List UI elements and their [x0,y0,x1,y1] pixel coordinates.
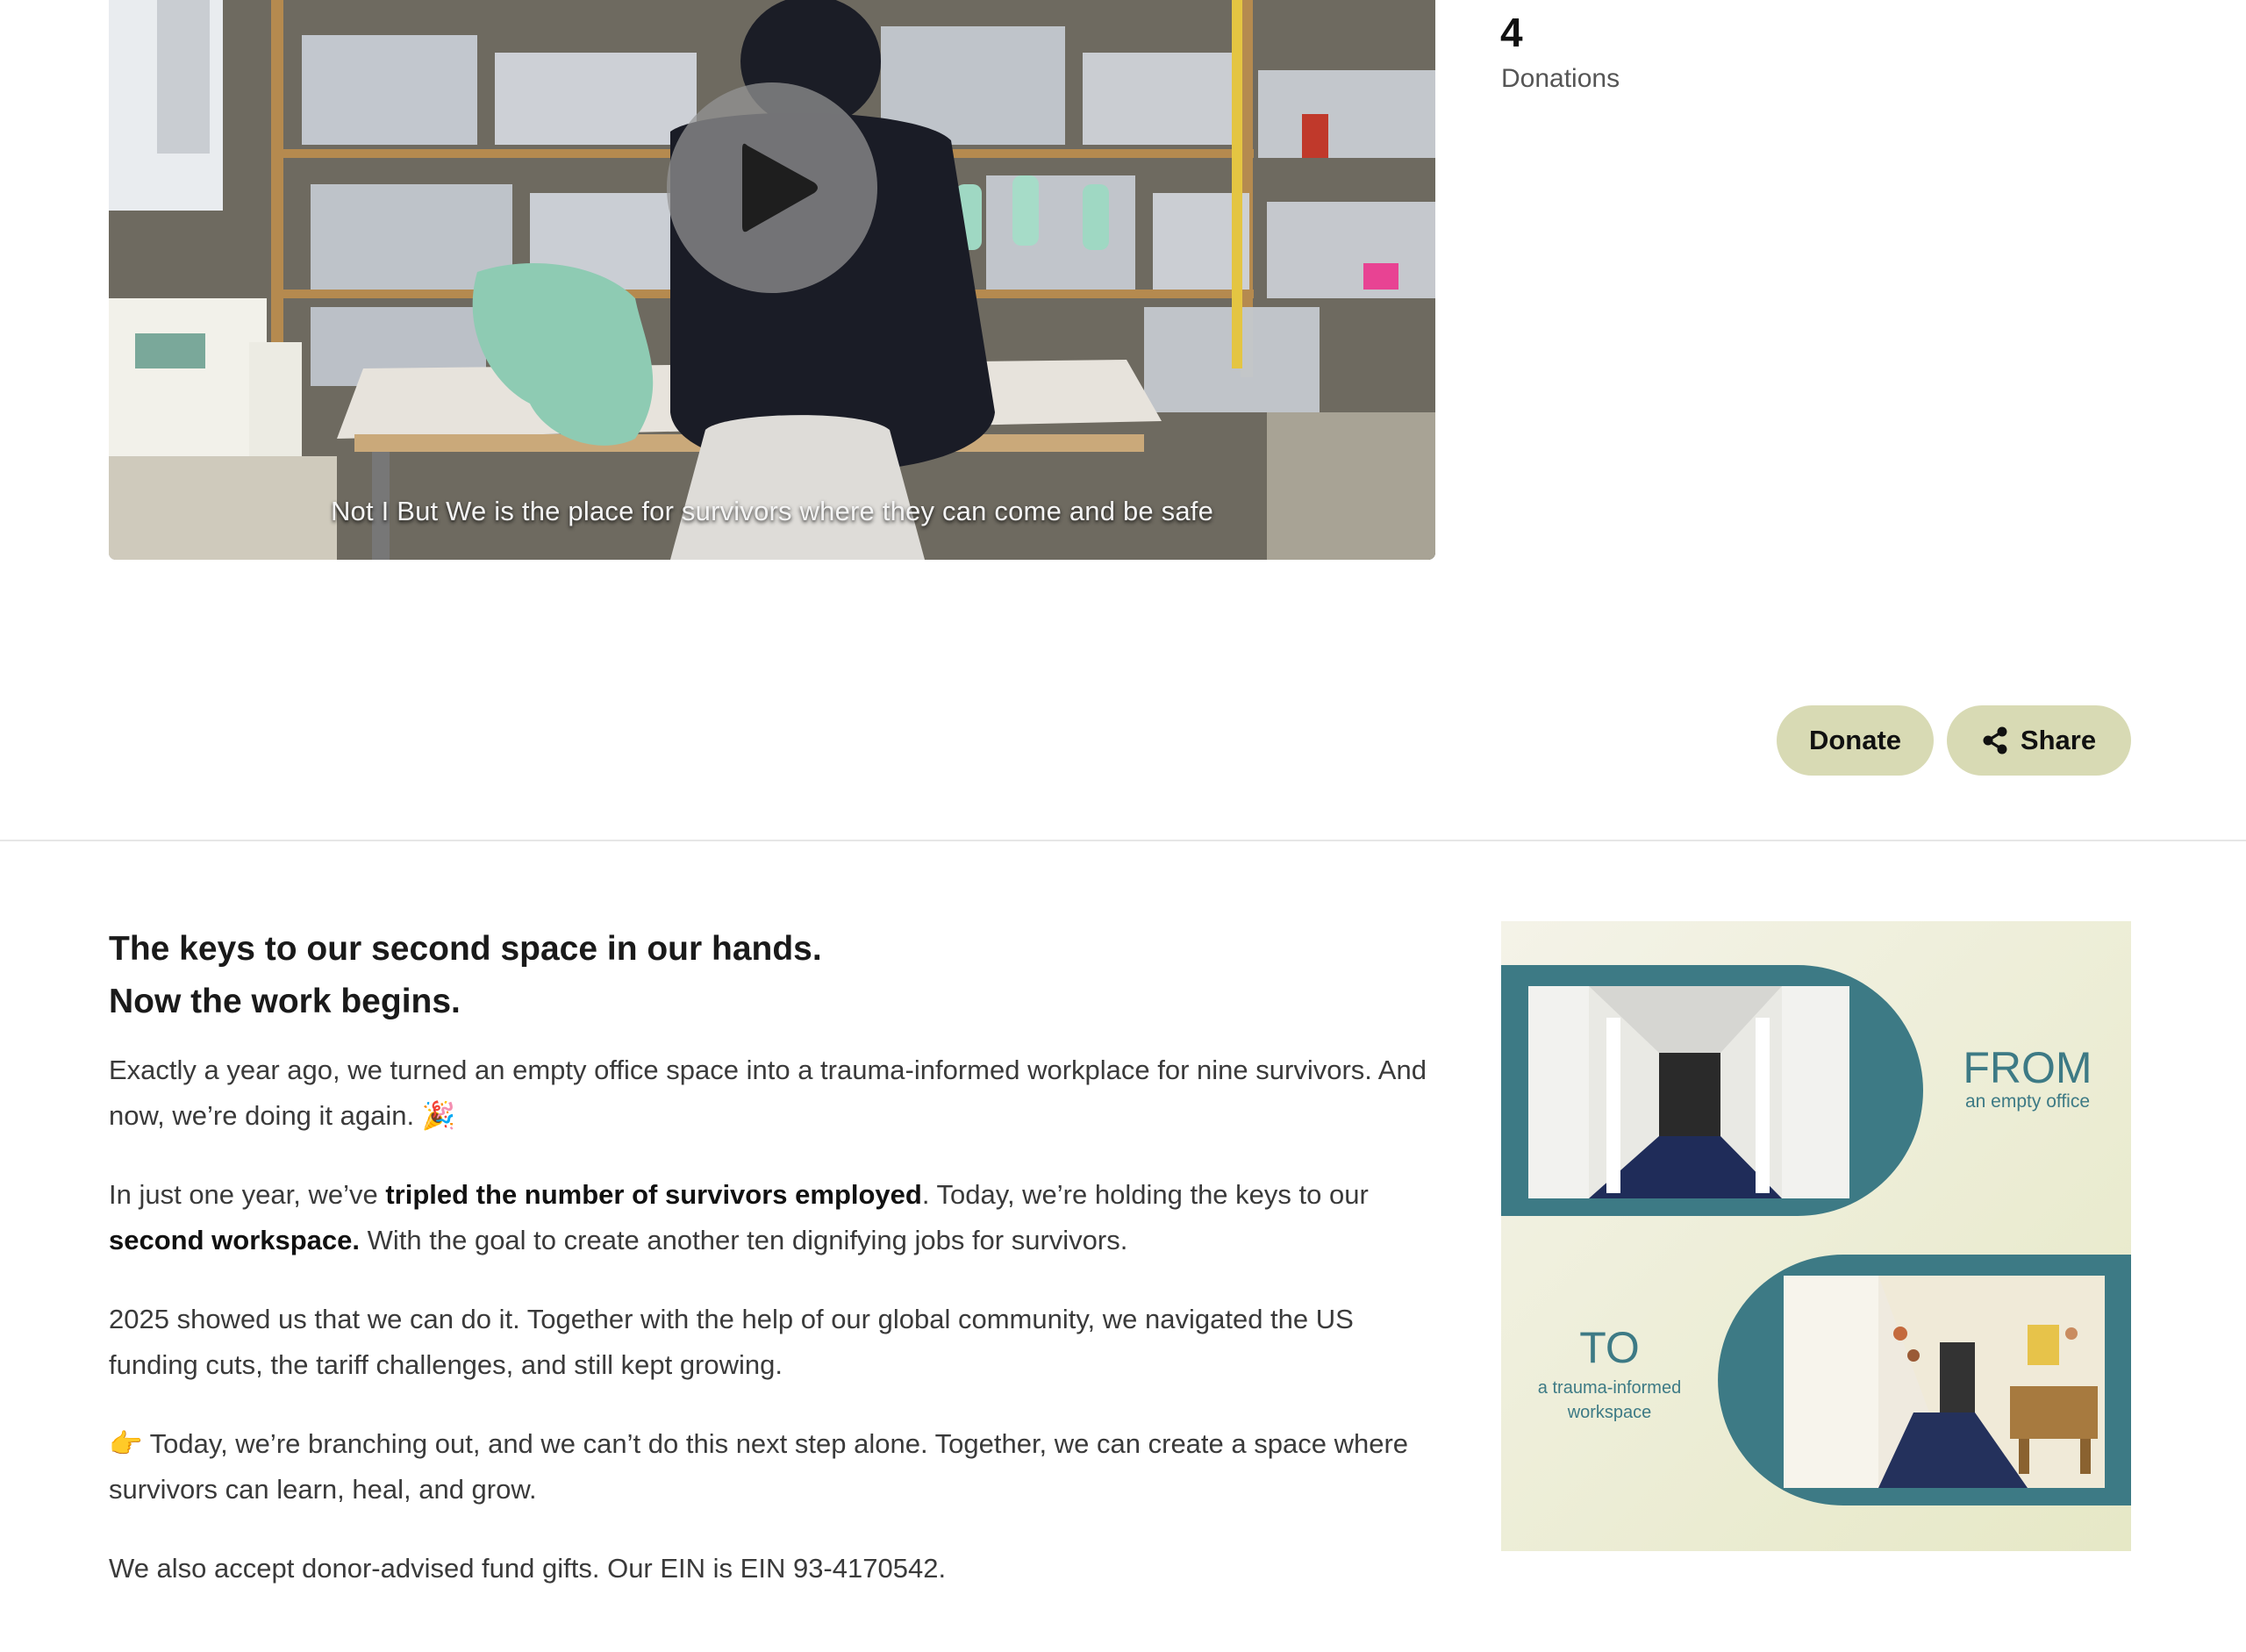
share-icon [1983,726,2007,754]
story-text: In just one year, we’ve [109,1179,386,1210]
share-button-label: Share [2020,725,2097,755]
campaign-story: The keys to our second space in our hand… [109,923,1442,1625]
section-divider [0,840,2246,841]
campaign-video[interactable]: Not I But We is the place for survivors … [109,0,1435,560]
story-paragraph-1: Exactly a year ago, we turned an empty o… [109,1055,1427,1131]
donate-button[interactable]: Donate [1777,705,1934,776]
story-highlight: second workspace. [109,1225,361,1255]
story-paragraph-2: In just one year, we’ve tripled the numb… [109,1172,1442,1263]
video-caption: Not I But We is the place for survivors … [330,496,1214,526]
story-heading: The keys to our second space in our hand… [109,923,1442,1028]
story-heading-line1: The keys to our second space in our hand… [109,930,822,968]
play-icon [742,143,818,232]
before-after-graphic [1501,921,2131,1551]
story-paragraph-5: We also accept donor-advised fund gifts.… [109,1553,947,1584]
story-heading-line2: Now the work begins. [109,983,461,1020]
story-highlight: tripled the number of survivors employed [385,1179,922,1210]
promo-from-caption: an empty office [1964,1091,2091,1112]
share-button[interactable]: Share [1947,705,2131,776]
story-paragraph-4: 👉 Today, we’re branching out, and we can… [109,1428,1409,1505]
promo-to-word: TO [1579,1323,1640,1372]
promo-from-word: FROM [1963,1043,2092,1092]
story-text: . Today, we’re holding the keys to our [921,1179,1369,1210]
play-button[interactable] [667,82,877,293]
donations-count: 4 [1500,10,1523,55]
before-after-image: FROM an empty office TO a trauma-informe… [1501,921,2131,1551]
story-text: With the goal to create another ten dign… [360,1225,1128,1255]
story-paragraph-3: 2025 showed us that we can do it. Togeth… [109,1304,1354,1380]
donations-label: Donations [1501,64,1620,93]
promo-to-caption: a trauma-informed workspace [1537,1378,1682,1422]
donate-button-label: Donate [1808,725,1902,755]
